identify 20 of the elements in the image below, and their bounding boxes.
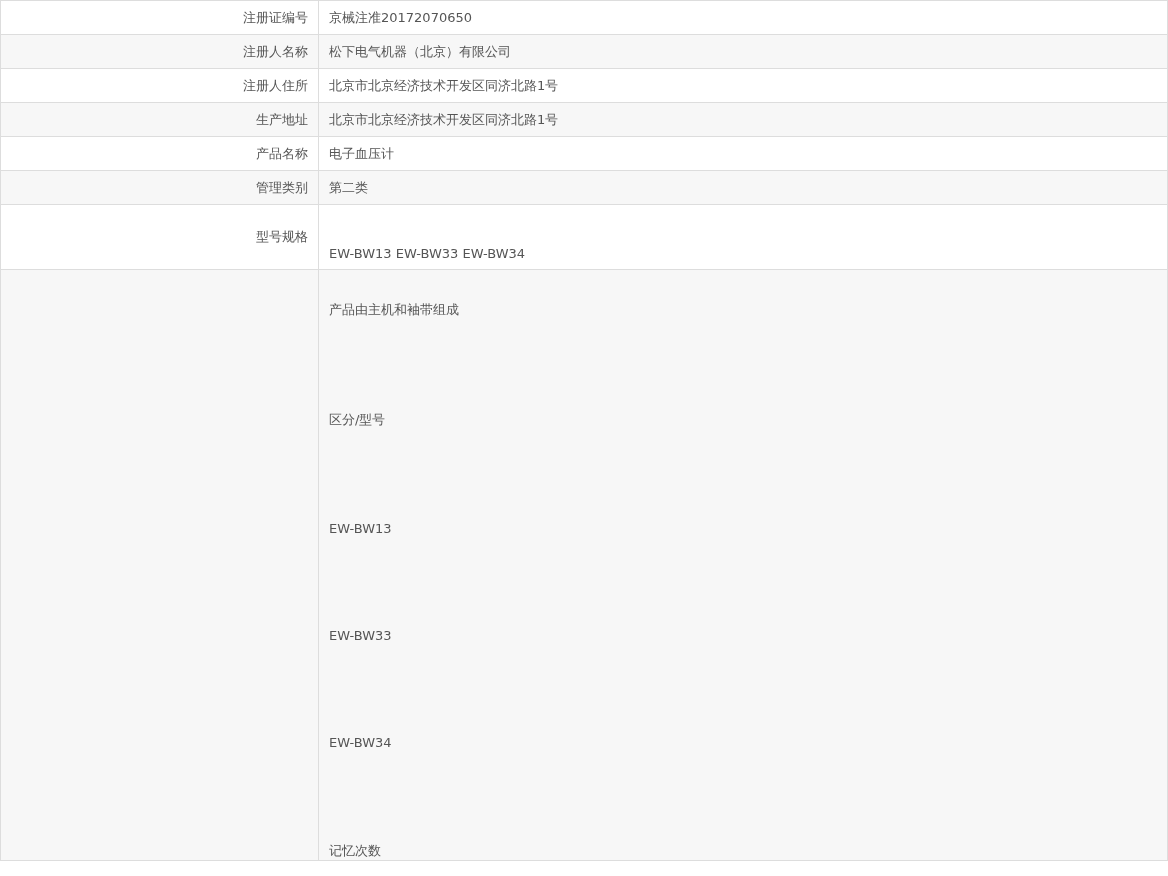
field-value: EW-BW13 EW-BW33 EW-BW34 xyxy=(329,246,527,261)
field-value: 电子血压计 xyxy=(329,144,395,163)
field-value: 松下电气机器（北京）有限公司 xyxy=(329,42,512,61)
field-value: 京械注准20172070650 xyxy=(329,8,473,27)
field-value: EW-BW34 xyxy=(329,735,393,750)
field-value: EW-BW13 xyxy=(329,521,393,536)
field-label: 生产地址 xyxy=(256,110,308,129)
field-label: 产品名称 xyxy=(256,144,308,163)
field-value: EW-BW33 xyxy=(329,628,393,643)
field-value: 第二类 xyxy=(329,178,369,197)
field-value: 北京市北京经济技术开发区同济北路1号 xyxy=(329,110,560,129)
field-value: 记忆次数 xyxy=(329,842,382,860)
field-label: 注册证编号 xyxy=(243,8,308,27)
field-value: 区分/型号 xyxy=(329,411,387,429)
field-label: 注册人住所 xyxy=(243,76,308,95)
field-value: 产品由主机和袖带组成 xyxy=(329,301,460,319)
field-label: 管理类别 xyxy=(256,178,308,197)
field-label: 型号规格 xyxy=(256,228,308,246)
field-value: 北京市北京经济技术开发区同济北路1号 xyxy=(329,76,560,95)
field-label: 注册人名称 xyxy=(243,42,308,61)
